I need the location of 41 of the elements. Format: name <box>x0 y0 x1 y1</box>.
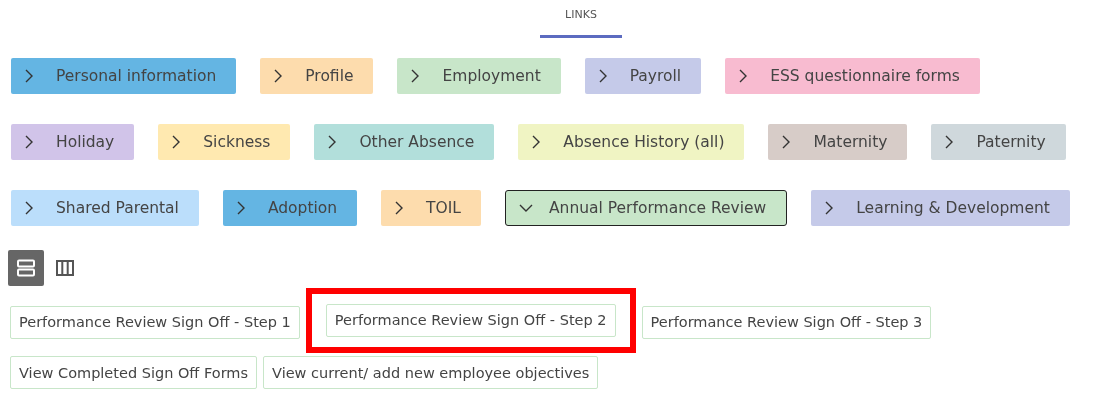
chevron-right-icon <box>531 135 542 149</box>
chevron-right-icon <box>394 201 405 215</box>
chevron-right-icon <box>944 135 955 149</box>
sub-link-button[interactable]: Performance Review Sign Off - Step 2 <box>325 303 616 337</box>
columns-layout-icon <box>55 258 75 278</box>
chevron-right-icon <box>597 69 608 83</box>
chevron-right-icon <box>24 201 34 215</box>
link-tile[interactable]: Holiday <box>11 124 135 160</box>
chevron-right-icon <box>824 201 835 215</box>
link-tile[interactable]: Adoption <box>222 190 358 226</box>
link-tile[interactable]: Other Absence <box>314 124 495 160</box>
chevron-down-icon <box>519 203 533 213</box>
link-tile[interactable]: ESS questionnaire forms <box>725 58 980 94</box>
link-tile[interactable]: Maternity <box>768 124 908 160</box>
rows-layout-icon <box>16 258 36 278</box>
sub-link-button[interactable]: Performance Review Sign Off - Step 1 <box>10 305 300 339</box>
link-tile[interactable]: Personal information <box>11 58 237 94</box>
chevron-right-icon <box>235 201 246 215</box>
sub-link-button[interactable]: Performance Review Sign Off - Step 3 <box>641 305 932 339</box>
link-tile[interactable]: Profile <box>260 58 374 94</box>
chevron-right-icon <box>738 69 749 83</box>
chevron-right-icon <box>273 69 284 83</box>
chevron-right-icon <box>24 69 34 83</box>
chevron-right-icon <box>327 135 338 149</box>
link-tile[interactable]: Annual Performance Review <box>505 190 788 226</box>
rows-view-button[interactable] <box>8 250 44 286</box>
link-tile[interactable]: Employment <box>397 58 561 94</box>
link-tile[interactable]: TOIL <box>381 190 481 226</box>
link-tile[interactable]: Absence History (all) <box>518 124 745 160</box>
section-title[interactable]: LINKS <box>540 8 622 38</box>
link-tile[interactable]: Learning & Development <box>811 190 1070 226</box>
chevron-right-icon <box>410 69 421 83</box>
chevron-right-icon <box>781 135 792 149</box>
sub-link-button[interactable]: View Completed Sign Off Forms <box>10 356 258 389</box>
link-tile[interactable]: Paternity <box>931 124 1066 160</box>
chevron-right-icon <box>24 135 34 149</box>
link-tile[interactable]: Shared Parental <box>11 190 199 226</box>
sub-link-button[interactable]: View current/ add new employee objectives <box>263 356 599 389</box>
link-tile[interactable]: Sickness <box>158 124 291 160</box>
link-tile[interactable]: Payroll <box>584 58 702 94</box>
chevron-right-icon <box>171 135 182 149</box>
